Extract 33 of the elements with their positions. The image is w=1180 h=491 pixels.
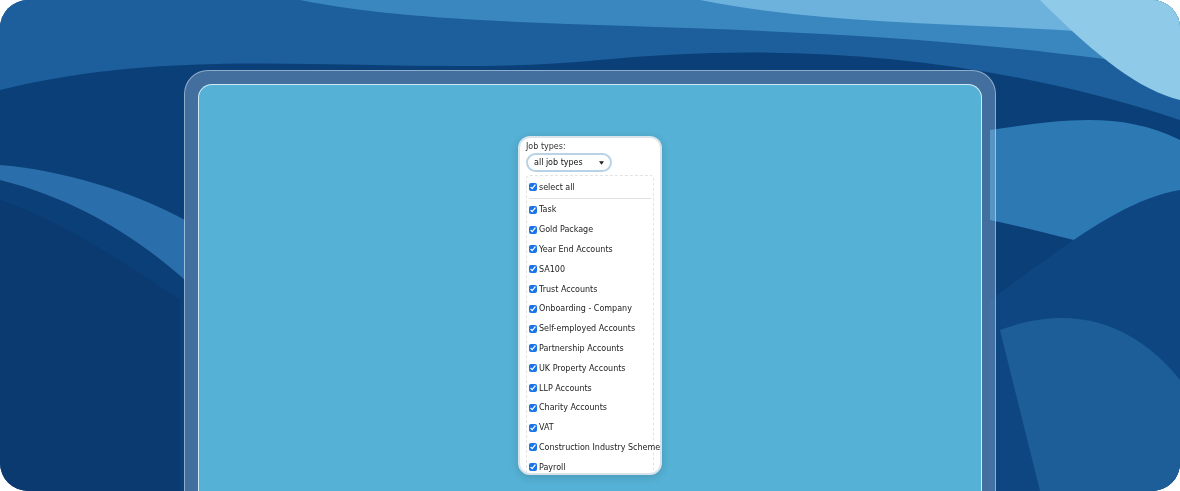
checkbox[interactable] — [529, 265, 537, 274]
caret-icon — [599, 160, 604, 165]
option-label: Gold Package — [539, 225, 594, 235]
option-label: LLP Accounts — [539, 383, 592, 393]
checkbox[interactable] — [529, 344, 537, 353]
checkbox[interactable] — [529, 225, 537, 234]
checkbox[interactable] — [529, 205, 537, 214]
option-label: Task — [539, 205, 557, 215]
option-label: Payroll — [539, 462, 566, 472]
option-label: select all — [539, 182, 575, 192]
option-label: Charity Accounts — [539, 403, 607, 413]
checkbox[interactable] — [529, 364, 537, 373]
option-label: Year End Accounts — [539, 245, 613, 254]
checkbox[interactable] — [529, 183, 537, 191]
option-label: UK Property Accounts — [539, 363, 626, 373]
checkbox[interactable] — [529, 463, 537, 472]
checkbox[interactable] — [529, 285, 537, 294]
option-label: Construction Industry Scheme — [539, 442, 660, 452]
checkbox[interactable] — [529, 304, 537, 313]
checkbox[interactable] — [529, 423, 537, 432]
checkbox[interactable] — [529, 443, 537, 452]
option-label: Self-employed Accounts — [539, 324, 636, 334]
checkbox[interactable] — [529, 245, 537, 254]
checkbox[interactable] — [529, 403, 537, 412]
checkbox[interactable] — [529, 384, 537, 393]
option-label: VAT — [539, 423, 554, 433]
field-label: Job types: — [526, 142, 566, 151]
checkbox[interactable] — [529, 324, 537, 333]
option-label: Onboarding - Company — [539, 304, 632, 314]
job-types-dropdown[interactable]: all job types — [526, 153, 612, 172]
option-label: Trust Accounts — [539, 284, 598, 294]
option-label: Partnership Accounts — [539, 343, 624, 353]
option-label: SA100 — [539, 264, 565, 274]
